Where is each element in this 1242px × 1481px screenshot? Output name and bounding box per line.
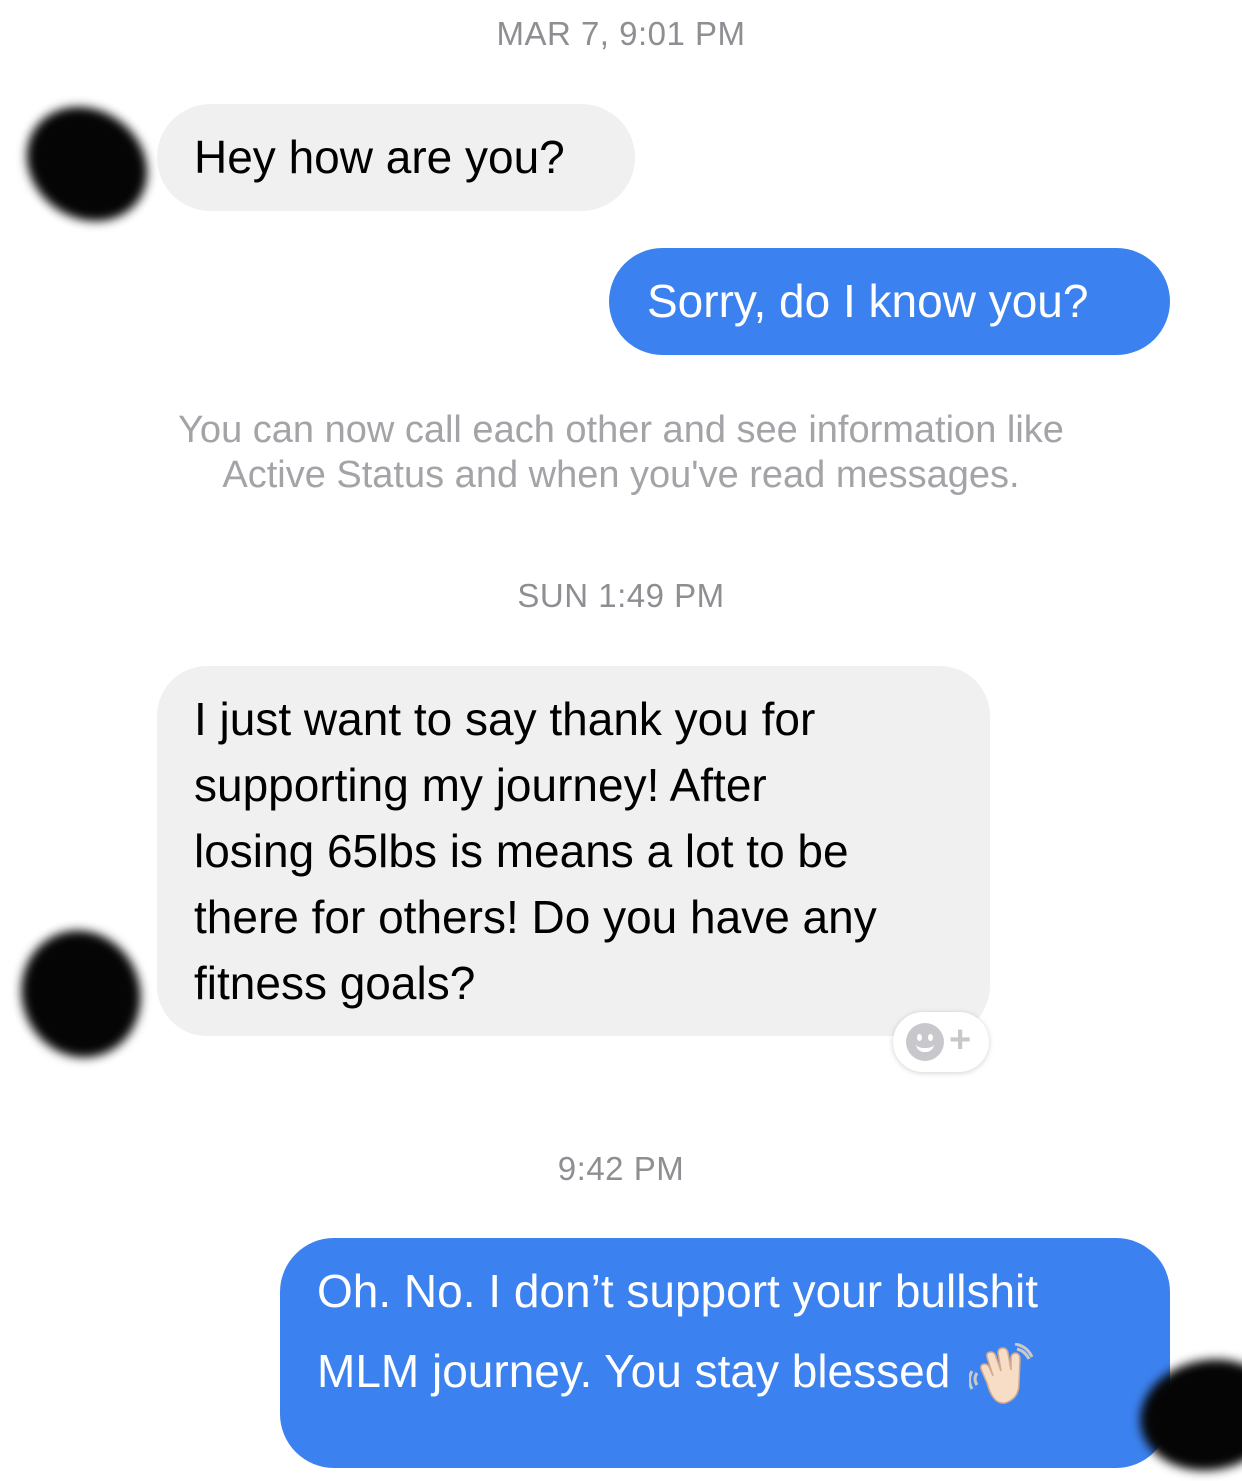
timestamp-mar-7: MAR 7, 9:01 PM: [496, 15, 746, 52]
message-line: fitness goals?: [194, 957, 476, 1009]
message-text: Hey how are you?: [194, 131, 565, 183]
message-line-with-emoji: MLM journey. You stay blessed: [317, 1338, 1170, 1407]
message-line: MLM journey. You stay blessed: [317, 1345, 951, 1397]
notice-line: You can now call each other and see info…: [178, 409, 1064, 451]
incoming-message-bubble[interactable]: Hey how are you?: [157, 104, 635, 211]
timestamp-sun: SUN 1:49 PM: [517, 577, 725, 614]
incoming-message-bubble[interactable]: I just want to say thank you for support…: [157, 666, 990, 1036]
plus-icon: +: [949, 1019, 972, 1061]
notice-line: Active Status and when you've read messa…: [222, 454, 1020, 496]
system-notice: You can now call each other and see info…: [100, 408, 1142, 498]
timestamp-942: 9:42 PM: [557, 1150, 685, 1187]
message-line: losing 65lbs is means a lot to be: [194, 825, 849, 877]
message-line: I just want to say thank you for: [194, 693, 816, 745]
add-reaction-icon: [906, 1023, 944, 1061]
add-reaction-button[interactable]: +: [893, 1012, 989, 1072]
message-text: Sorry, do I know you?: [647, 275, 1089, 327]
contact-avatar[interactable]: [3, 913, 159, 1075]
message-line: there for others! Do you have any: [194, 891, 877, 943]
message-line: Oh. No. I don’t support your bullshit: [317, 1265, 1039, 1317]
outgoing-message-bubble[interactable]: Sorry, do I know you?: [609, 248, 1170, 355]
waving-hand-emoji-icon: [969, 1342, 1034, 1404]
contact-avatar[interactable]: [4, 83, 170, 245]
outgoing-message-bubble[interactable]: Oh. No. I don’t support your bullshit ML…: [280, 1238, 1170, 1468]
message-line: supporting my journey! After: [194, 759, 767, 811]
